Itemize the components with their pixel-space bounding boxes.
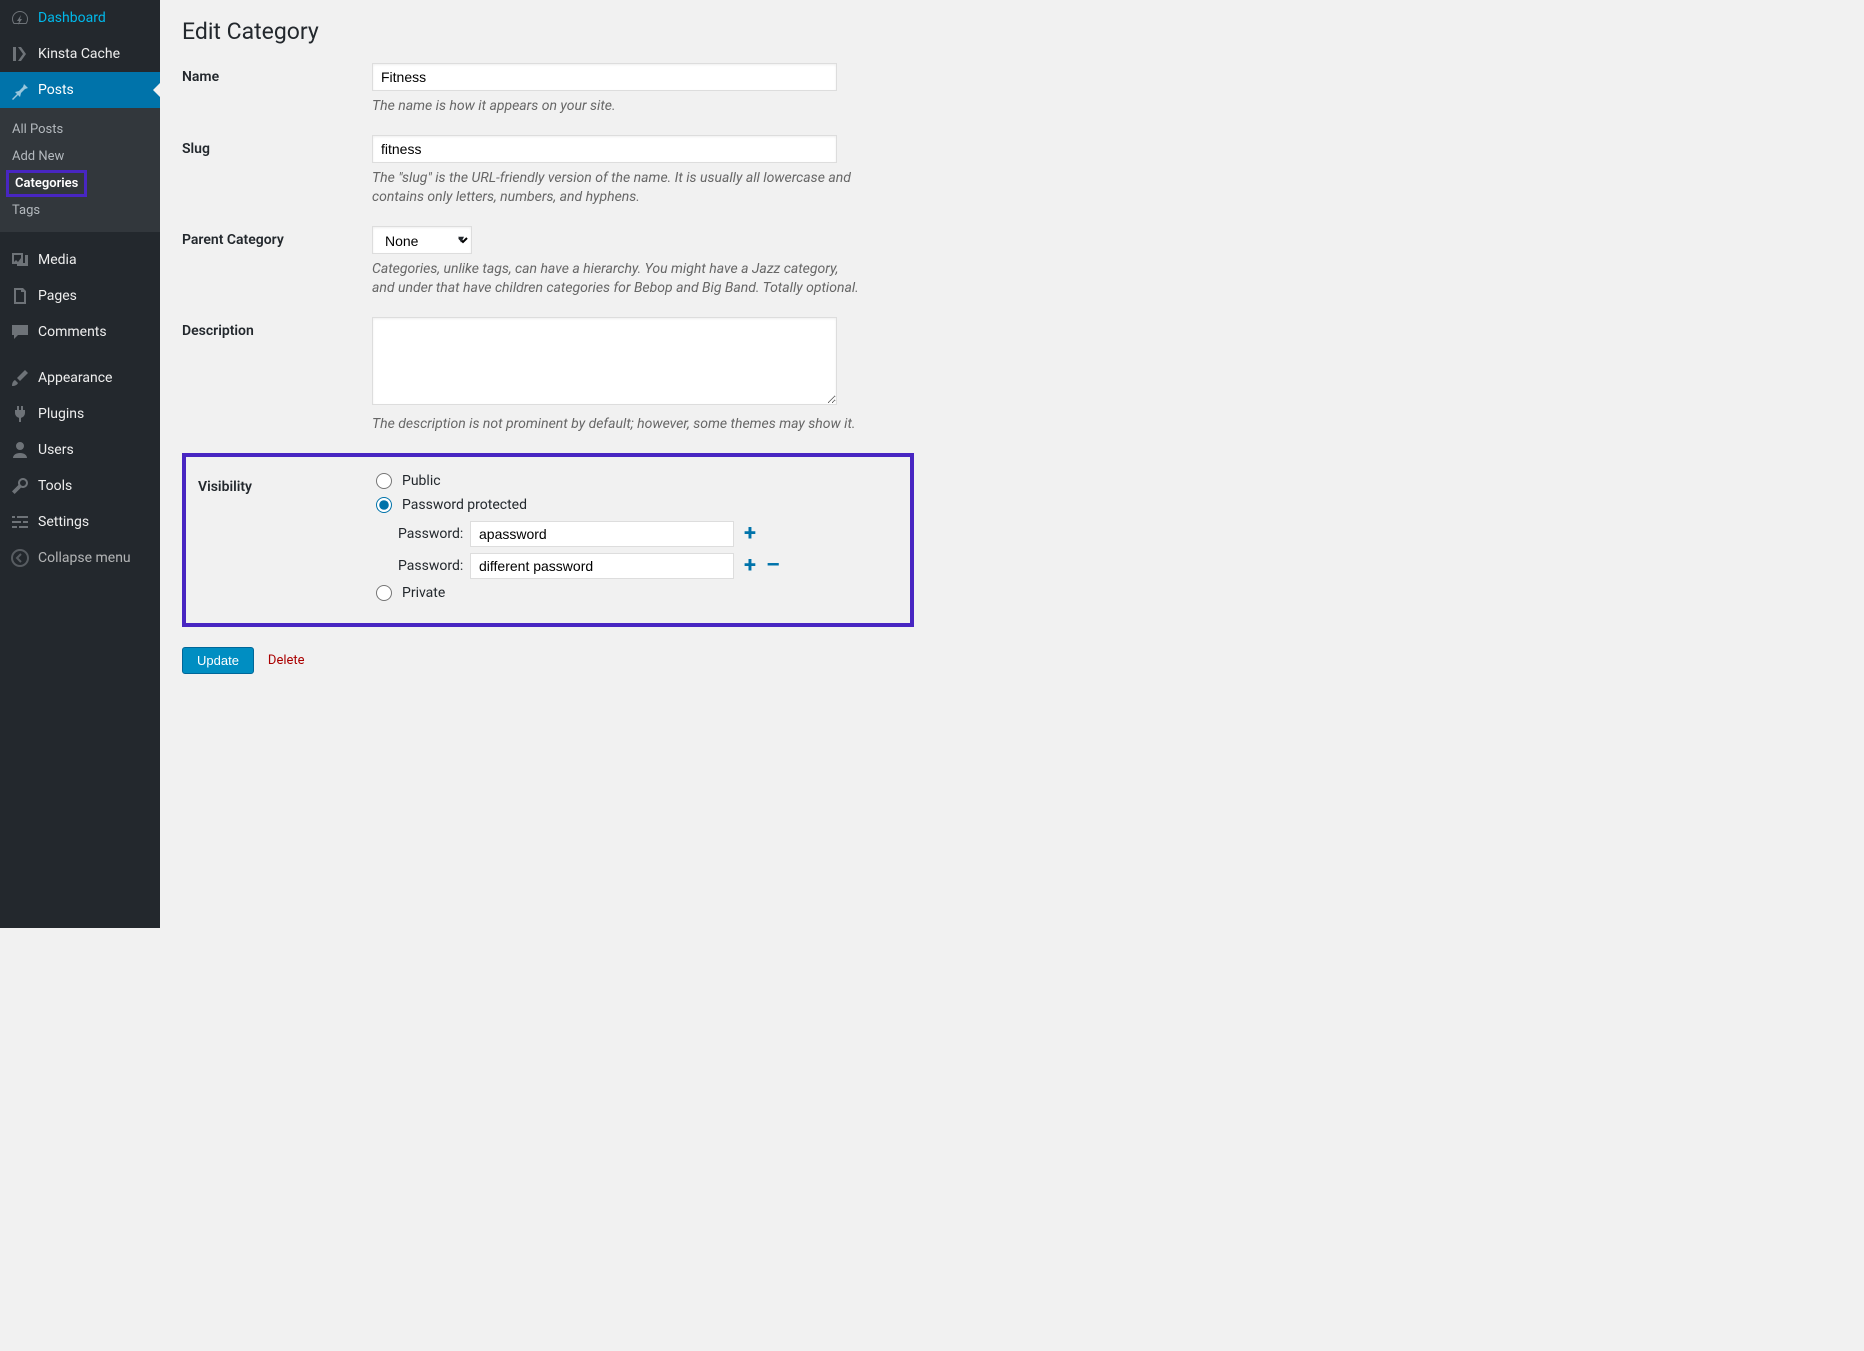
sidebar-item-appearance[interactable]: Appearance (0, 360, 160, 396)
brush-icon (10, 368, 30, 388)
admin-sidebar: Dashboard Kinsta Cache Posts All Posts A… (0, 0, 160, 928)
remove-password-icon[interactable]: – (766, 555, 780, 577)
page-title: Edit Category (182, 18, 1258, 45)
parent-select[interactable]: None (372, 226, 472, 254)
pages-icon (10, 286, 30, 306)
description-textarea[interactable] (372, 317, 837, 405)
name-hint: The name is how it appears on your site. (372, 97, 860, 117)
sidebar-item-plugins[interactable]: Plugins (0, 396, 160, 432)
name-label: Name (182, 63, 372, 85)
sidebar-label: Pages (38, 288, 77, 304)
parent-label: Parent Category (182, 226, 372, 248)
sidebar-label: Settings (38, 514, 89, 530)
visibility-section: Visibility Public Password protected Pas… (182, 453, 914, 627)
visibility-private-label: Private (402, 585, 445, 601)
sidebar-label: Collapse menu (38, 550, 131, 566)
password-label-2: Password: (398, 558, 470, 574)
visibility-private-radio[interactable] (376, 585, 392, 601)
sidebar-label: Plugins (38, 406, 84, 422)
sidebar-label: Tools (38, 478, 72, 494)
kinsta-icon (10, 44, 30, 64)
main-content: Edit Category Name The name is how it ap… (160, 0, 1280, 928)
update-button[interactable]: Update (182, 647, 254, 674)
slug-hint: The "slug" is the URL-friendly version o… (372, 169, 860, 208)
sidebar-label: Posts (38, 82, 74, 98)
sidebar-item-comments[interactable]: Comments (0, 314, 160, 350)
user-icon (10, 440, 30, 460)
sidebar-label: Kinsta Cache (38, 46, 120, 62)
sidebar-item-users[interactable]: Users (0, 432, 160, 468)
name-input[interactable] (372, 63, 837, 91)
delete-link[interactable]: Delete (268, 653, 305, 668)
sidebar-label: Users (38, 442, 74, 458)
description-label: Description (182, 317, 372, 339)
password-input-1[interactable] (470, 521, 734, 547)
posts-submenu: All Posts Add New Categories Tags (0, 108, 160, 232)
pin-icon (10, 80, 30, 100)
add-password-icon[interactable]: + (744, 523, 756, 545)
collapse-icon (10, 548, 30, 568)
visibility-label: Visibility (198, 473, 376, 609)
sliders-icon (10, 512, 30, 532)
sidebar-item-dashboard[interactable]: Dashboard (0, 0, 160, 36)
slug-input[interactable] (372, 135, 837, 163)
sidebar-label: Appearance (38, 370, 112, 386)
sidebar-label: Media (38, 252, 77, 268)
visibility-public-label: Public (402, 473, 441, 489)
comments-icon (10, 322, 30, 342)
visibility-password-radio[interactable] (376, 497, 392, 513)
description-hint: The description is not prominent by defa… (372, 415, 860, 435)
password-label-1: Password: (398, 526, 470, 542)
sidebar-item-media[interactable]: Media (0, 242, 160, 278)
media-icon (10, 250, 30, 270)
parent-hint: Categories, unlike tags, can have a hier… (372, 260, 860, 299)
sidebar-item-pages[interactable]: Pages (0, 278, 160, 314)
sidebar-item-tools[interactable]: Tools (0, 468, 160, 504)
submenu-all-posts[interactable]: All Posts (0, 116, 160, 143)
plug-icon (10, 404, 30, 424)
submenu-add-new[interactable]: Add New (0, 143, 160, 170)
add-password-icon[interactable]: + (744, 555, 756, 577)
sidebar-item-kinsta-cache[interactable]: Kinsta Cache (0, 36, 160, 72)
submenu-categories[interactable]: Categories (6, 170, 87, 197)
sidebar-item-settings[interactable]: Settings (0, 504, 160, 540)
visibility-password-label: Password protected (402, 497, 527, 513)
visibility-public-radio[interactable] (376, 473, 392, 489)
password-input-2[interactable] (470, 553, 734, 579)
sidebar-item-posts[interactable]: Posts (0, 72, 160, 108)
sidebar-label: Comments (38, 324, 107, 340)
wrench-icon (10, 476, 30, 496)
slug-label: Slug (182, 135, 372, 157)
submenu-tags[interactable]: Tags (0, 197, 160, 224)
dashboard-icon (10, 8, 30, 28)
sidebar-label: Dashboard (38, 10, 106, 26)
sidebar-item-collapse[interactable]: Collapse menu (0, 540, 160, 576)
